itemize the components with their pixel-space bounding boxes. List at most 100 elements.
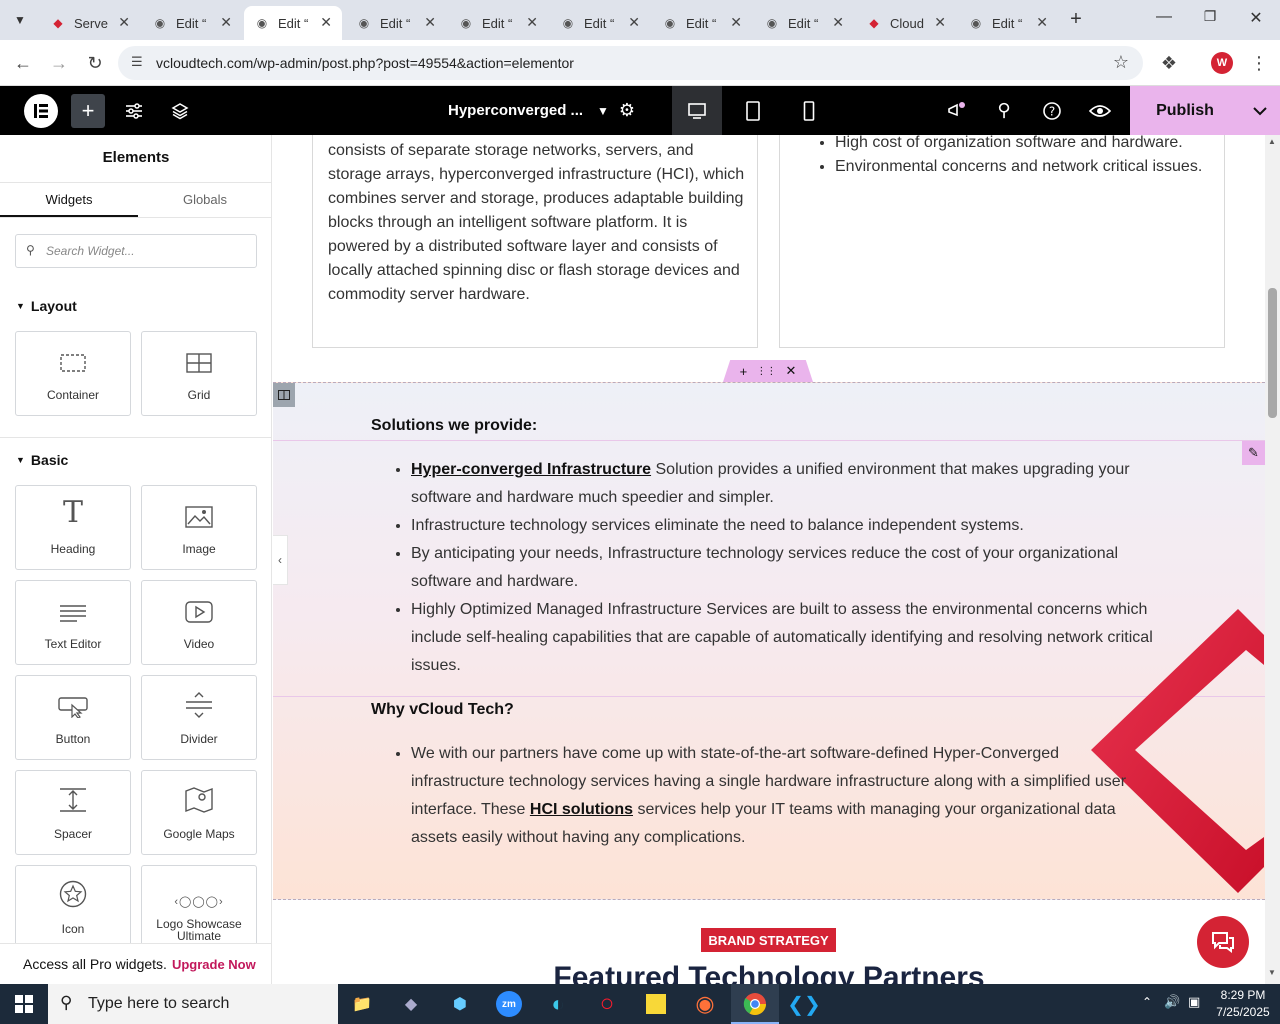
- basic-category-header[interactable]: ▼ Basic: [16, 452, 68, 468]
- widget-video[interactable]: Video: [141, 580, 257, 665]
- canvas-scrollbar[interactable]: ▲ ▼: [1265, 135, 1280, 984]
- browser-tab[interactable]: ◉ Edit “ ✕: [754, 6, 854, 40]
- back-icon[interactable]: ←: [10, 50, 36, 76]
- widget-logo-showcase[interactable]: ‹◯◯◯› Logo Showcase Ultimate: [141, 865, 257, 950]
- scroll-up-icon[interactable]: ▲: [1268, 137, 1276, 146]
- close-tab-icon[interactable]: ✕: [118, 14, 130, 31]
- close-tab-icon[interactable]: ✕: [934, 14, 946, 31]
- drag-handle-icon[interactable]: ⋮⋮: [756, 366, 776, 377]
- address-bar[interactable]: ☰ vcloudtech.com/wp-admin/post.php?post=…: [118, 46, 1143, 80]
- widget-button[interactable]: Button: [15, 675, 131, 760]
- collapse-panel-handle[interactable]: ‹: [273, 535, 288, 585]
- upgrade-now-link[interactable]: Upgrade Now: [172, 957, 256, 972]
- tab-widgets[interactable]: Widgets: [0, 192, 138, 207]
- widget-grid[interactable]: Grid: [141, 331, 257, 416]
- bookmark-star-icon[interactable]: ☆: [1113, 52, 1129, 73]
- close-tab-icon[interactable]: ✕: [220, 14, 232, 31]
- widget-image[interactable]: Image: [141, 485, 257, 570]
- taskbar-search-box[interactable]: ⚲ Type here to search: [48, 984, 338, 1024]
- browser-tab[interactable]: ◉ Edit “ ✕: [142, 6, 242, 40]
- sticky-notes-icon[interactable]: [640, 988, 672, 1020]
- browser-tab[interactable]: ◉ Edit “ ✕: [958, 6, 1058, 40]
- hyper-converged-link[interactable]: Hyper-converged Infrastructure: [411, 461, 651, 478]
- app-icon[interactable]: ⬢: [444, 988, 476, 1020]
- divider: [0, 217, 271, 218]
- restore-button[interactable]: ❐: [1198, 8, 1222, 32]
- reload-icon[interactable]: ↻: [82, 50, 108, 76]
- widget-google-maps[interactable]: Google Maps: [141, 770, 257, 855]
- close-tab-icon[interactable]: ✕: [526, 14, 538, 31]
- volume-icon[interactable]: 🔊: [1164, 994, 1180, 1010]
- profile-avatar[interactable]: W: [1211, 52, 1233, 74]
- add-element-button[interactable]: +: [71, 94, 105, 128]
- mobile-view-icon[interactable]: [794, 86, 824, 135]
- close-tab-icon[interactable]: ✕: [1036, 14, 1048, 31]
- chat-widget-button[interactable]: [1197, 916, 1249, 968]
- desktop-view-button[interactable]: [672, 86, 722, 135]
- close-tab-icon[interactable]: ✕: [320, 14, 332, 31]
- hci-solutions-link[interactable]: HCI solutions: [530, 801, 633, 818]
- browser-tab[interactable]: ◉ Edit “ ✕: [448, 6, 548, 40]
- elementor-logo-icon[interactable]: [24, 94, 58, 128]
- layers-icon[interactable]: [164, 86, 196, 135]
- widget-heading[interactable]: T Heading: [15, 485, 131, 570]
- close-window-button[interactable]: ✕: [1244, 8, 1268, 32]
- network-icon[interactable]: ▣: [1188, 994, 1200, 1010]
- opera-icon[interactable]: ○: [591, 988, 623, 1020]
- browser-tab-active[interactable]: ◉ Edit “ ✕: [244, 6, 342, 40]
- divider: [0, 182, 271, 183]
- browser-tab[interactable]: ◉ Edit “ ✕: [652, 6, 752, 40]
- widget-icon[interactable]: Icon: [15, 865, 131, 950]
- tray-overflow-icon[interactable]: ⌃: [1142, 995, 1152, 1009]
- firefox-icon[interactable]: ◉: [689, 988, 721, 1020]
- new-tab-button[interactable]: +: [1064, 8, 1088, 32]
- widget-container[interactable]: Container: [15, 331, 131, 416]
- file-explorer-icon[interactable]: 📁: [346, 988, 378, 1020]
- preview-eye-icon[interactable]: [1084, 86, 1116, 135]
- edit-widget-pencil-icon[interactable]: ✎: [1242, 441, 1265, 465]
- page-settings-gear-icon[interactable]: ⚙: [610, 86, 644, 135]
- tab-search-button[interactable]: ▼: [8, 8, 32, 32]
- browser-menu-icon[interactable]: ⋮: [1246, 50, 1272, 76]
- app-icon[interactable]: ◆: [395, 988, 427, 1020]
- widget-text-editor[interactable]: Text Editor: [15, 580, 131, 665]
- add-section-icon[interactable]: +: [740, 364, 748, 379]
- delete-section-icon[interactable]: ✕: [785, 363, 796, 379]
- edge-icon[interactable]: ◐: [542, 988, 574, 1020]
- extensions-icon[interactable]: ❖: [1156, 50, 1182, 76]
- close-tab-icon[interactable]: ✕: [424, 14, 436, 31]
- scrollbar-thumb[interactable]: [1268, 288, 1277, 418]
- publish-options-chevron-icon[interactable]: [1240, 86, 1280, 135]
- tab-globals[interactable]: Globals: [138, 192, 271, 207]
- browser-tab[interactable]: ◆ Cloud ✕: [856, 6, 956, 40]
- search-icon[interactable]: ⚲: [988, 86, 1020, 135]
- widget-search-field[interactable]: ⚲ Search Widget...: [15, 234, 257, 268]
- column-handle-icon[interactable]: [273, 383, 295, 407]
- publish-button[interactable]: Publish: [1130, 86, 1240, 135]
- close-tab-icon[interactable]: ✕: [730, 14, 742, 31]
- section-handle[interactable]: + ⋮⋮ ✕: [723, 360, 813, 382]
- scroll-down-icon[interactable]: ▼: [1268, 968, 1276, 977]
- widget-spacer[interactable]: Spacer: [15, 770, 131, 855]
- close-tab-icon[interactable]: ✕: [628, 14, 640, 31]
- layout-category-header[interactable]: ▼ Layout: [16, 298, 77, 314]
- zoom-icon[interactable]: zm: [493, 988, 525, 1020]
- minimize-button[interactable]: —: [1152, 8, 1176, 32]
- image-icon: [142, 486, 256, 532]
- clock[interactable]: 8:29 PM 7/25/2025: [1210, 987, 1276, 1021]
- site-info-icon[interactable]: ☰: [131, 54, 143, 70]
- settings-sliders-icon[interactable]: [118, 86, 150, 135]
- help-icon[interactable]: ?: [1036, 86, 1068, 135]
- browser-tab[interactable]: ◆ Serve ✕: [40, 6, 140, 40]
- vscode-icon[interactable]: ❮❯: [787, 988, 821, 1020]
- page-title-dropdown[interactable]: Hyperconverged ... ▼: [448, 86, 609, 135]
- notifications-megaphone-icon[interactable]: [940, 86, 972, 135]
- widget-divider[interactable]: Divider: [141, 675, 257, 760]
- forward-icon[interactable]: →: [46, 50, 72, 76]
- chrome-icon[interactable]: [739, 988, 771, 1020]
- windows-start-icon[interactable]: [8, 988, 40, 1020]
- browser-tab[interactable]: ◉ Edit “ ✕: [346, 6, 446, 40]
- browser-tab[interactable]: ◉ Edit “ ✕: [550, 6, 650, 40]
- tablet-view-icon[interactable]: [738, 86, 768, 135]
- close-tab-icon[interactable]: ✕: [832, 14, 844, 31]
